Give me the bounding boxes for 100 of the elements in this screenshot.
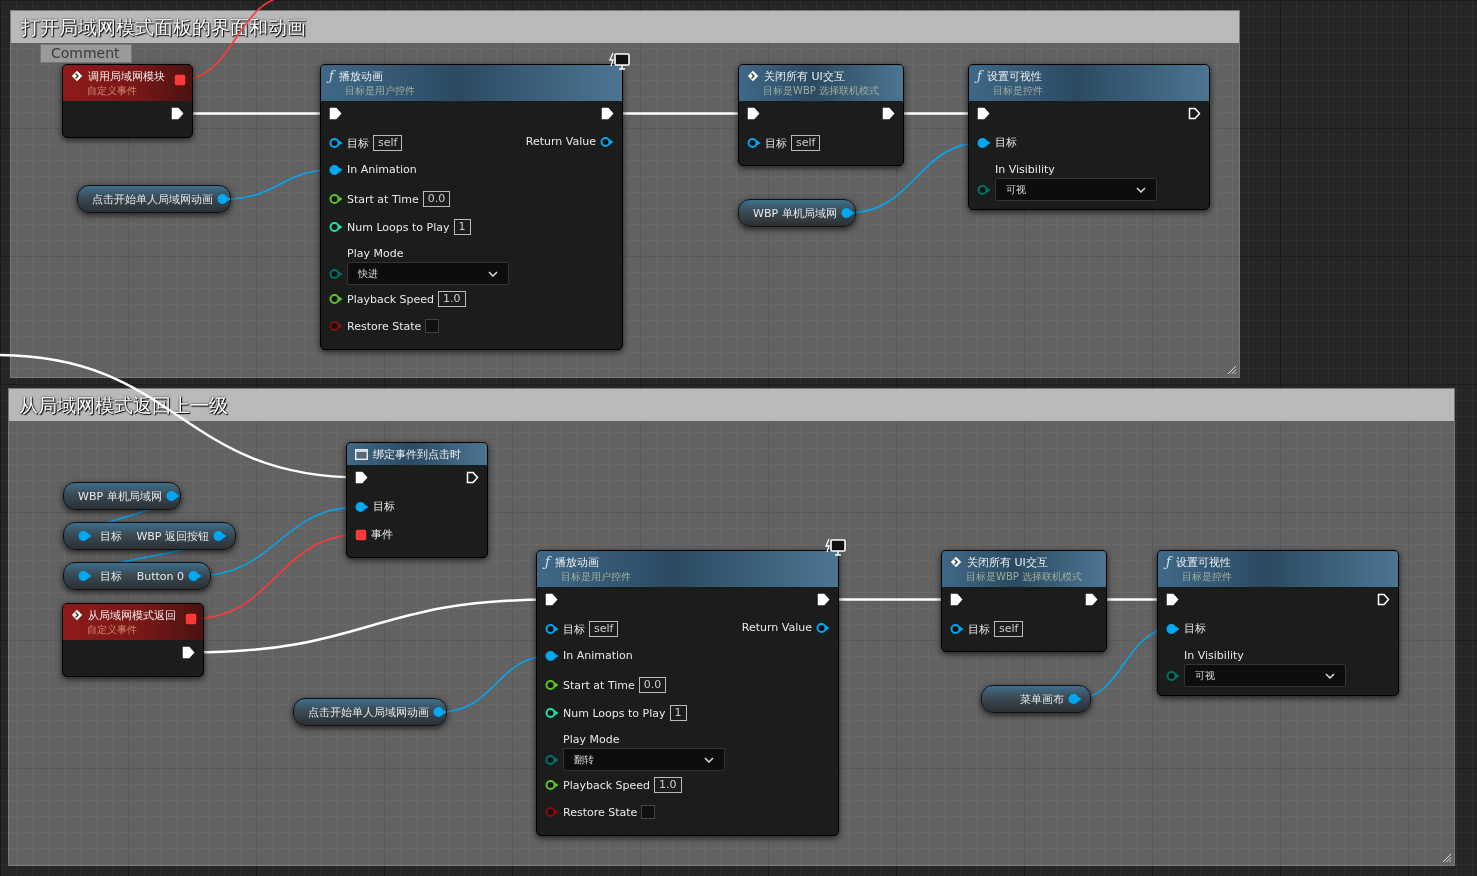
data-pin[interactable] (329, 293, 343, 305)
event-node[interactable]: 调用局域网模块 自定义事件 (62, 64, 193, 138)
data-pin[interactable] (217, 193, 231, 205)
data-pin[interactable] (329, 193, 343, 205)
pin-label: 目标 (100, 528, 122, 544)
value-field[interactable]: self (373, 135, 403, 151)
pin-label: In Visibility (994, 163, 1055, 176)
chevron-icon (1325, 672, 1335, 679)
event-node[interactable]: 从局域网模式返回 自定义事件 (62, 603, 204, 677)
data-pin[interactable] (329, 163, 343, 176)
pin-label: Num Loops to Play (563, 706, 666, 720)
data-pin[interactable] (977, 136, 991, 149)
pin-label: 菜单画布 (1020, 691, 1064, 707)
variable-node[interactable]: 菜单画布 (981, 685, 1091, 713)
delegate-pin[interactable] (174, 74, 186, 86)
data-pin[interactable] (840, 207, 855, 219)
data-pin[interactable] (545, 679, 559, 691)
data-pin[interactable] (545, 649, 559, 662)
resize-grip-icon[interactable] (1442, 853, 1452, 863)
exec-pin[interactable] (1377, 593, 1390, 606)
function-node[interactable]: 关闭所有 UI交互 目标是WBP 选择联机模式 目标 self (941, 550, 1107, 652)
function-node[interactable]: 绑定事件到点击时 目标 事件 (346, 442, 488, 558)
pin-label: Start at Time (347, 192, 419, 206)
dropdown[interactable]: 可视 (995, 178, 1157, 201)
chevron-icon (488, 270, 498, 277)
value-field[interactable]: self (589, 621, 619, 637)
node-subtitle: 自定义事件 (86, 623, 138, 637)
data-pin[interactable] (433, 706, 447, 718)
value-field[interactable]: 1.0 (438, 291, 466, 307)
data-pin[interactable] (600, 135, 614, 148)
diamond-icon (71, 70, 83, 82)
function-node[interactable]: ƒ 播放动画 目标是用户控件 目标 self Return Value In Animation Start at Time 0.0 Num Loops to Play 1 Play Mode 快进 Playback Speed 1.0 Restore State (320, 64, 623, 350)
exec-pin[interactable] (1166, 593, 1179, 606)
pin-label: 事件 (371, 527, 393, 542)
variable-node[interactable]: 点击开始单人局域网动画 (293, 698, 447, 726)
delegate-pin[interactable] (355, 528, 367, 541)
data-pin[interactable] (747, 137, 761, 149)
node-title: 设置可视性 (986, 68, 1042, 84)
value-field[interactable]: 1 (669, 705, 687, 721)
exec-pin[interactable] (171, 107, 184, 120)
pin-label: 目标 (100, 568, 122, 584)
exec-pin[interactable] (747, 107, 760, 120)
node-title: 从局域网模式返回 (88, 607, 176, 623)
pin-label: 目标 (968, 621, 990, 637)
data-pin[interactable] (816, 621, 830, 634)
value-field[interactable]: 0.0 (638, 677, 667, 693)
data-pin[interactable] (329, 221, 343, 233)
function-node[interactable]: ƒ 设置可视性 目标是控件 目标 In Visibility 可视 (1157, 550, 1399, 696)
data-pin[interactable] (545, 707, 559, 719)
value-field[interactable]: self (791, 135, 821, 151)
exec-pin[interactable] (466, 471, 479, 484)
variable-node[interactable]: WBP 单机局域网 (738, 199, 856, 227)
window-icon (355, 448, 368, 460)
value-field[interactable]: 1.0 (654, 777, 682, 793)
node-subtitle: 目标是WBP 选择联机模式 (965, 570, 1083, 584)
data-pin[interactable] (1166, 622, 1180, 635)
data-pin[interactable] (545, 779, 559, 791)
chevron-icon (1136, 186, 1146, 193)
variable-node[interactable]: WBP 单机局域网 (63, 482, 181, 510)
pin-label: 点击开始单人局域网动画 (92, 191, 213, 207)
function-node[interactable]: ƒ 播放动画 目标是用户控件 目标 self Return Value In Animation Start at Time 0.0 Num Loops to Play 1 Play Mode 翻转 Playback Speed 1.0 Restore State (536, 550, 839, 836)
diamond-icon (950, 556, 962, 568)
pin-label: Playback Speed (347, 292, 435, 306)
checkbox[interactable] (641, 805, 656, 819)
exec-pin[interactable] (882, 107, 895, 120)
pin-label: WBP 返回按钮 (136, 528, 209, 544)
exec-pin[interactable] (1188, 107, 1201, 120)
checkbox[interactable] (425, 319, 440, 333)
comment-box[interactable]: Comment (40, 44, 132, 63)
data-pin[interactable] (545, 623, 559, 635)
node-title: 播放动画 (554, 554, 599, 570)
value-field[interactable]: 0.0 (422, 191, 451, 207)
exec-pin[interactable] (182, 646, 195, 659)
variable-node[interactable]: 点击开始单人局域网动画 (77, 185, 231, 213)
data-pin[interactable] (950, 623, 964, 635)
function-node[interactable]: 关闭所有 UI交互 目标是WBP 选择联机模式 目标 self (738, 64, 904, 166)
exec-pin[interactable] (950, 593, 963, 606)
dropdown[interactable]: 翻转 (563, 748, 725, 771)
exec-pin[interactable] (601, 107, 614, 120)
exec-pin[interactable] (817, 593, 830, 606)
data-pin[interactable] (355, 500, 369, 513)
delegate-pin[interactable] (185, 613, 197, 625)
value-field[interactable]: 1 (453, 219, 471, 235)
pin-label: 目标 (563, 621, 585, 637)
dropdown[interactable]: 可视 (1184, 664, 1346, 687)
node-subtitle: 目标是用户控件 (560, 570, 632, 584)
value-field[interactable]: self (994, 621, 1024, 637)
data-pin[interactable] (165, 490, 180, 502)
exec-pin[interactable] (977, 107, 990, 120)
dropdown[interactable]: 快进 (347, 262, 509, 285)
exec-pin[interactable] (355, 471, 368, 484)
exec-pin[interactable] (1085, 593, 1098, 606)
data-pin[interactable] (329, 137, 343, 149)
resize-grip-icon[interactable] (1227, 365, 1237, 375)
pin-label: Return Value (525, 135, 596, 148)
pin-label: Playback Speed (563, 778, 651, 792)
function-node[interactable]: ƒ 设置可视性 目标是控件 目标 In Visibility 可视 (968, 64, 1210, 210)
exec-pin[interactable] (545, 593, 558, 606)
node-title: 关闭所有 UI交互 (967, 554, 1048, 570)
exec-pin[interactable] (329, 107, 342, 120)
